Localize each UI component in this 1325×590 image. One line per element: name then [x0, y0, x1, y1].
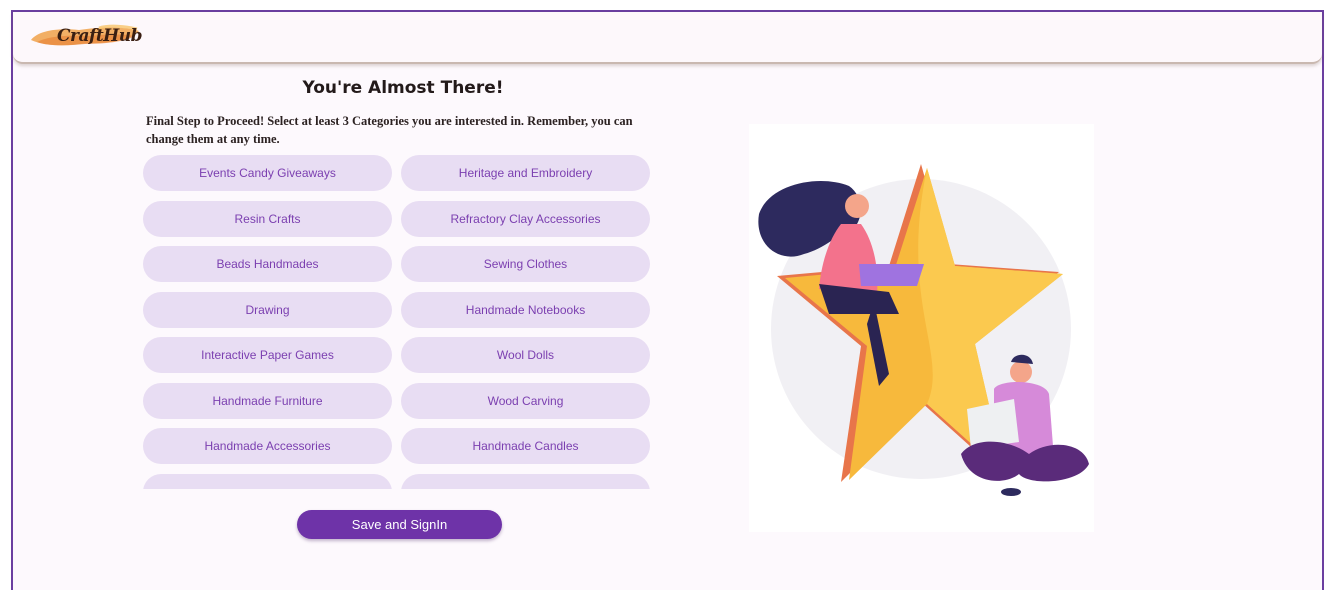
category-pill[interactable]: Interactive Paper Games: [143, 337, 392, 373]
logo-text: CraftHub: [57, 26, 142, 46]
category-pill[interactable]: Heritage and Embroidery: [401, 155, 650, 191]
save-and-signin-button[interactable]: Save and SignIn: [297, 510, 502, 539]
star-people-illustration-icon: [758, 164, 1089, 496]
category-pill[interactable]: Events Candy Giveaways: [143, 155, 392, 191]
page-title: You're Almost There!: [302, 78, 504, 98]
page-subtitle: Final Step to Proceed! Select at least 3…: [146, 114, 633, 146]
category-list[interactable]: Events Candy Giveaways Heritage and Embr…: [141, 155, 661, 489]
category-pill[interactable]: Handmade Accessories: [143, 428, 392, 464]
category-pill[interactable]: Refractory Clay Accessories: [401, 200, 650, 237]
category-pill[interactable]: Handmade Furniture: [143, 382, 392, 419]
app-frame: CraftHub You're Almost There! Final Step…: [11, 10, 1324, 590]
category-pill[interactable]: Wood Carving: [401, 382, 650, 419]
category-pill[interactable]: [401, 473, 650, 489]
crafthub-logo[interactable]: CraftHub: [29, 22, 142, 50]
category-pill[interactable]: Resin Crafts: [143, 200, 392, 237]
category-pill[interactable]: Wool Dolls: [401, 337, 650, 373]
category-grid: Events Candy Giveaways Heritage and Embr…: [141, 155, 661, 489]
category-pill[interactable]: [143, 473, 392, 489]
category-pill[interactable]: Handmade Notebooks: [401, 291, 650, 328]
category-pill[interactable]: Beads Handmades: [143, 246, 392, 282]
star-illustration: [749, 124, 1094, 532]
category-pill[interactable]: Sewing Clothes: [401, 246, 650, 282]
category-pill[interactable]: Handmade Candles: [401, 428, 650, 464]
top-navbar: CraftHub: [13, 12, 1322, 64]
category-pill[interactable]: Drawing: [143, 291, 392, 328]
